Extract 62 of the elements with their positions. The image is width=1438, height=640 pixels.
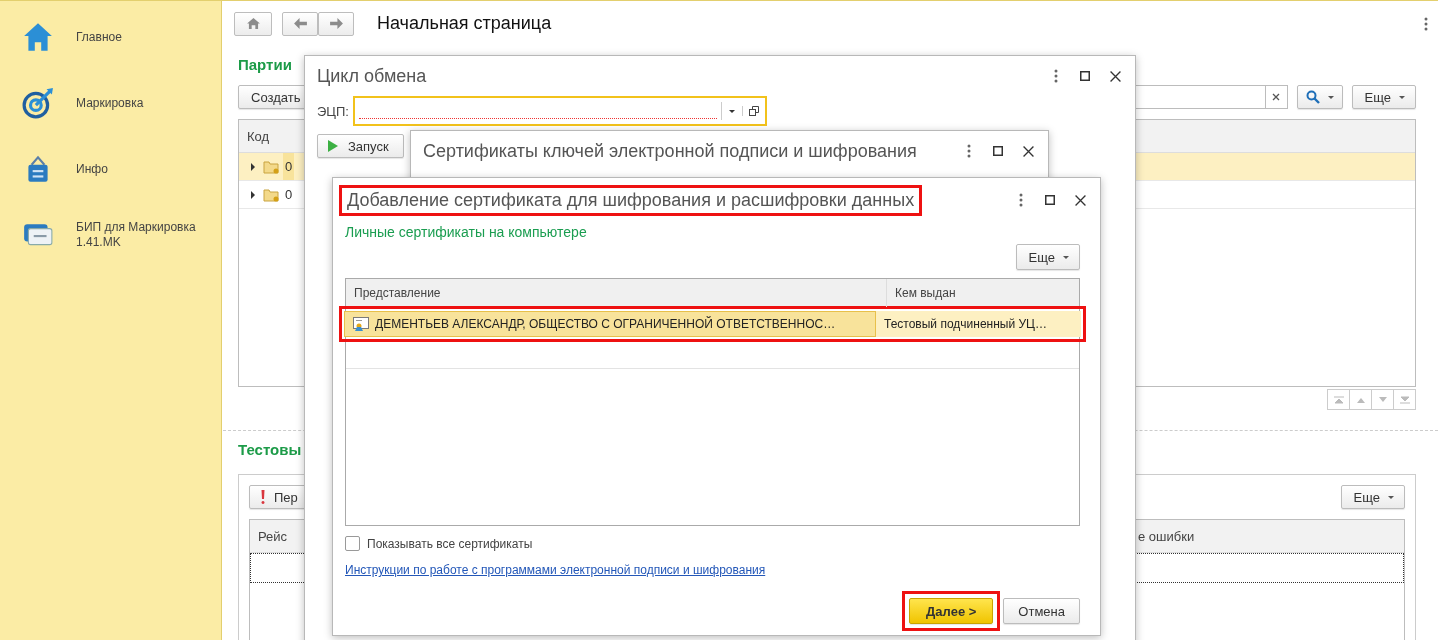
table-cell: Тестовый подчиненный УЦ… bbox=[884, 317, 1047, 331]
checkbox[interactable] bbox=[345, 536, 360, 551]
cancel-button[interactable]: Отмена bbox=[1003, 598, 1080, 624]
search-button[interactable] bbox=[1296, 85, 1343, 109]
more-icon[interactable] bbox=[1019, 193, 1023, 207]
run-button[interactable]: Запуск bbox=[317, 134, 404, 158]
section-title: Партии bbox=[238, 56, 292, 73]
close-icon[interactable] bbox=[1075, 194, 1086, 206]
instructions-link[interactable]: Инструкции по работе с программами электронной подписи и шифрования bbox=[345, 563, 766, 577]
more-icon[interactable] bbox=[967, 144, 971, 158]
checkbox-label: Показывать все сертификаты bbox=[367, 536, 533, 551]
left-arrow-icon bbox=[293, 18, 307, 29]
more-button[interactable]: Еще bbox=[1015, 244, 1080, 270]
target-icon[interactable] bbox=[22, 87, 54, 119]
dialog-title: Цикл обмена bbox=[317, 65, 427, 87]
expand-icon[interactable] bbox=[251, 162, 255, 171]
play-icon bbox=[328, 140, 338, 152]
sidebar-item[interactable]: Маркировка bbox=[76, 95, 206, 111]
table-cell-text: 0 bbox=[284, 186, 294, 204]
field-label: ЭЦП: bbox=[317, 103, 349, 119]
forward-button[interactable] bbox=[318, 11, 354, 36]
exclamation-icon bbox=[260, 490, 266, 504]
dialog-title: Добавление сертификата для шифрования и расшифровки данных bbox=[339, 184, 923, 216]
home-icon bbox=[246, 18, 260, 29]
sidebar-item[interactable]: Инфо bbox=[76, 161, 206, 177]
table-row[interactable]: ДЕМЕНТЬЕВ АЛЕКСАНДР, ОБЩЕСТВО С ОГРАНИЧЕННОЙ ОТВЕТСТВЕННОС… Тестовый подчиненный УЦ… bbox=[344, 311, 1081, 337]
first-icon bbox=[1333, 395, 1344, 404]
certificate-icon bbox=[353, 317, 369, 331]
section-title: Личные сертификаты на компьютере bbox=[345, 224, 587, 240]
back-button[interactable] bbox=[282, 11, 318, 36]
expand-icon[interactable] bbox=[251, 190, 255, 199]
more-icon[interactable] bbox=[1424, 16, 1428, 31]
home-button[interactable] bbox=[234, 11, 272, 36]
last-icon bbox=[1399, 395, 1410, 404]
close-icon[interactable] bbox=[1110, 70, 1121, 82]
folder-icon bbox=[263, 159, 279, 174]
search-icon bbox=[1305, 90, 1320, 104]
column-header: Кем выдан bbox=[894, 285, 957, 302]
folder-icon bbox=[263, 187, 279, 202]
table-cell: 0 bbox=[283, 153, 295, 180]
maximize-icon[interactable] bbox=[1045, 195, 1055, 205]
more-icon[interactable] bbox=[1054, 69, 1058, 83]
home-icon[interactable] bbox=[22, 21, 54, 53]
column-header: е ошибки bbox=[1137, 528, 1195, 544]
maximize-icon[interactable] bbox=[993, 146, 1003, 156]
section-title: Тестовы bbox=[238, 441, 302, 458]
column-header: Код bbox=[246, 128, 270, 144]
more-button[interactable]: Еще bbox=[1351, 85, 1416, 109]
right-arrow-icon bbox=[329, 18, 343, 29]
next-button[interactable]: Далее > bbox=[909, 598, 994, 624]
column-header: Рейс bbox=[257, 528, 288, 544]
more-button[interactable]: Еще bbox=[1340, 485, 1405, 509]
down-icon bbox=[1377, 395, 1388, 404]
maximize-icon[interactable] bbox=[1080, 71, 1090, 81]
sidebar-item[interactable]: Главное bbox=[76, 29, 206, 45]
table-cell: ДЕМЕНТЬЕВ АЛЕКСАНДР, ОБЩЕСТВО С ОГРАНИЧЕННОЙ ОТВЕТСТВЕННОС… bbox=[375, 317, 836, 331]
close-icon[interactable] bbox=[1023, 145, 1034, 157]
sidebar-item[interactable]: БИП для Маркировка 1.41.MK bbox=[76, 220, 206, 250]
dialog-title: Сертификаты ключей электронной подписи и шифрования bbox=[423, 140, 917, 162]
column-header: Представление bbox=[346, 279, 887, 307]
page-title: Начальная страница bbox=[377, 13, 552, 34]
input-field[interactable] bbox=[352, 96, 767, 126]
